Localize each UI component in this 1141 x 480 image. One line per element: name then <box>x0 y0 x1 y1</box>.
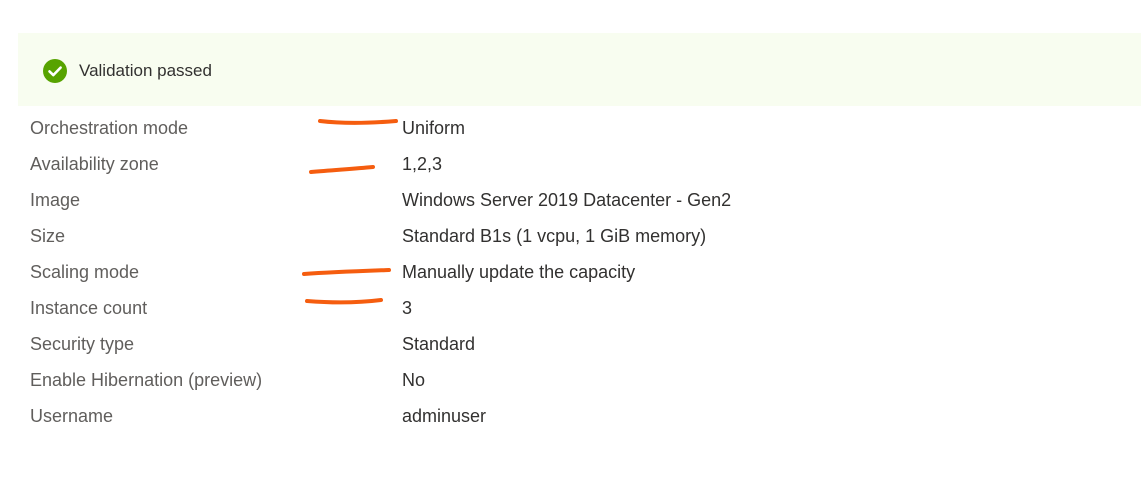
property-row-enable-hibernation: Enable Hibernation (preview) No <box>30 362 1130 398</box>
property-label: Scaling mode <box>30 262 140 282</box>
property-value: Uniform <box>402 118 466 138</box>
properties-list: Orchestration mode Uniform Availability … <box>30 110 1130 434</box>
check-circle-icon <box>43 59 67 83</box>
property-value: adminuser <box>402 406 487 426</box>
property-row-availability-zone: Availability zone 1,2,3 <box>30 146 1130 182</box>
property-value: 1,2,3 <box>402 154 443 174</box>
property-row-security-type: Security type Standard <box>30 326 1130 362</box>
property-label: Instance count <box>30 298 148 318</box>
property-label: Orchestration mode <box>30 118 189 138</box>
property-value: 3 <box>402 298 413 318</box>
validation-message: Validation passed <box>79 61 212 80</box>
property-label: Size <box>30 226 66 246</box>
property-row-username: Username adminuser <box>30 398 1130 434</box>
property-row-instance-count: Instance count 3 <box>30 290 1130 326</box>
property-value: Standard B1s (1 vcpu, 1 GiB memory) <box>402 226 707 246</box>
validation-banner: Validation passed <box>18 33 1141 106</box>
property-value: Standard <box>402 334 476 354</box>
property-row-orchestration-mode: Orchestration mode Uniform <box>30 110 1130 146</box>
property-label: Enable Hibernation (preview) <box>30 370 263 390</box>
property-value: No <box>402 370 426 390</box>
property-value: Manually update the capacity <box>402 262 636 282</box>
property-label: Username <box>30 406 114 426</box>
property-label: Security type <box>30 334 135 354</box>
property-value: Windows Server 2019 Datacenter - Gen2 <box>402 190 732 210</box>
property-row-image: Image Windows Server 2019 Datacenter - G… <box>30 182 1130 218</box>
property-row-size: Size Standard B1s (1 vcpu, 1 GiB memory) <box>30 218 1130 254</box>
property-label: Image <box>30 190 81 210</box>
property-label: Availability zone <box>30 154 159 174</box>
property-row-scaling-mode: Scaling mode Manually update the capacit… <box>30 254 1130 290</box>
